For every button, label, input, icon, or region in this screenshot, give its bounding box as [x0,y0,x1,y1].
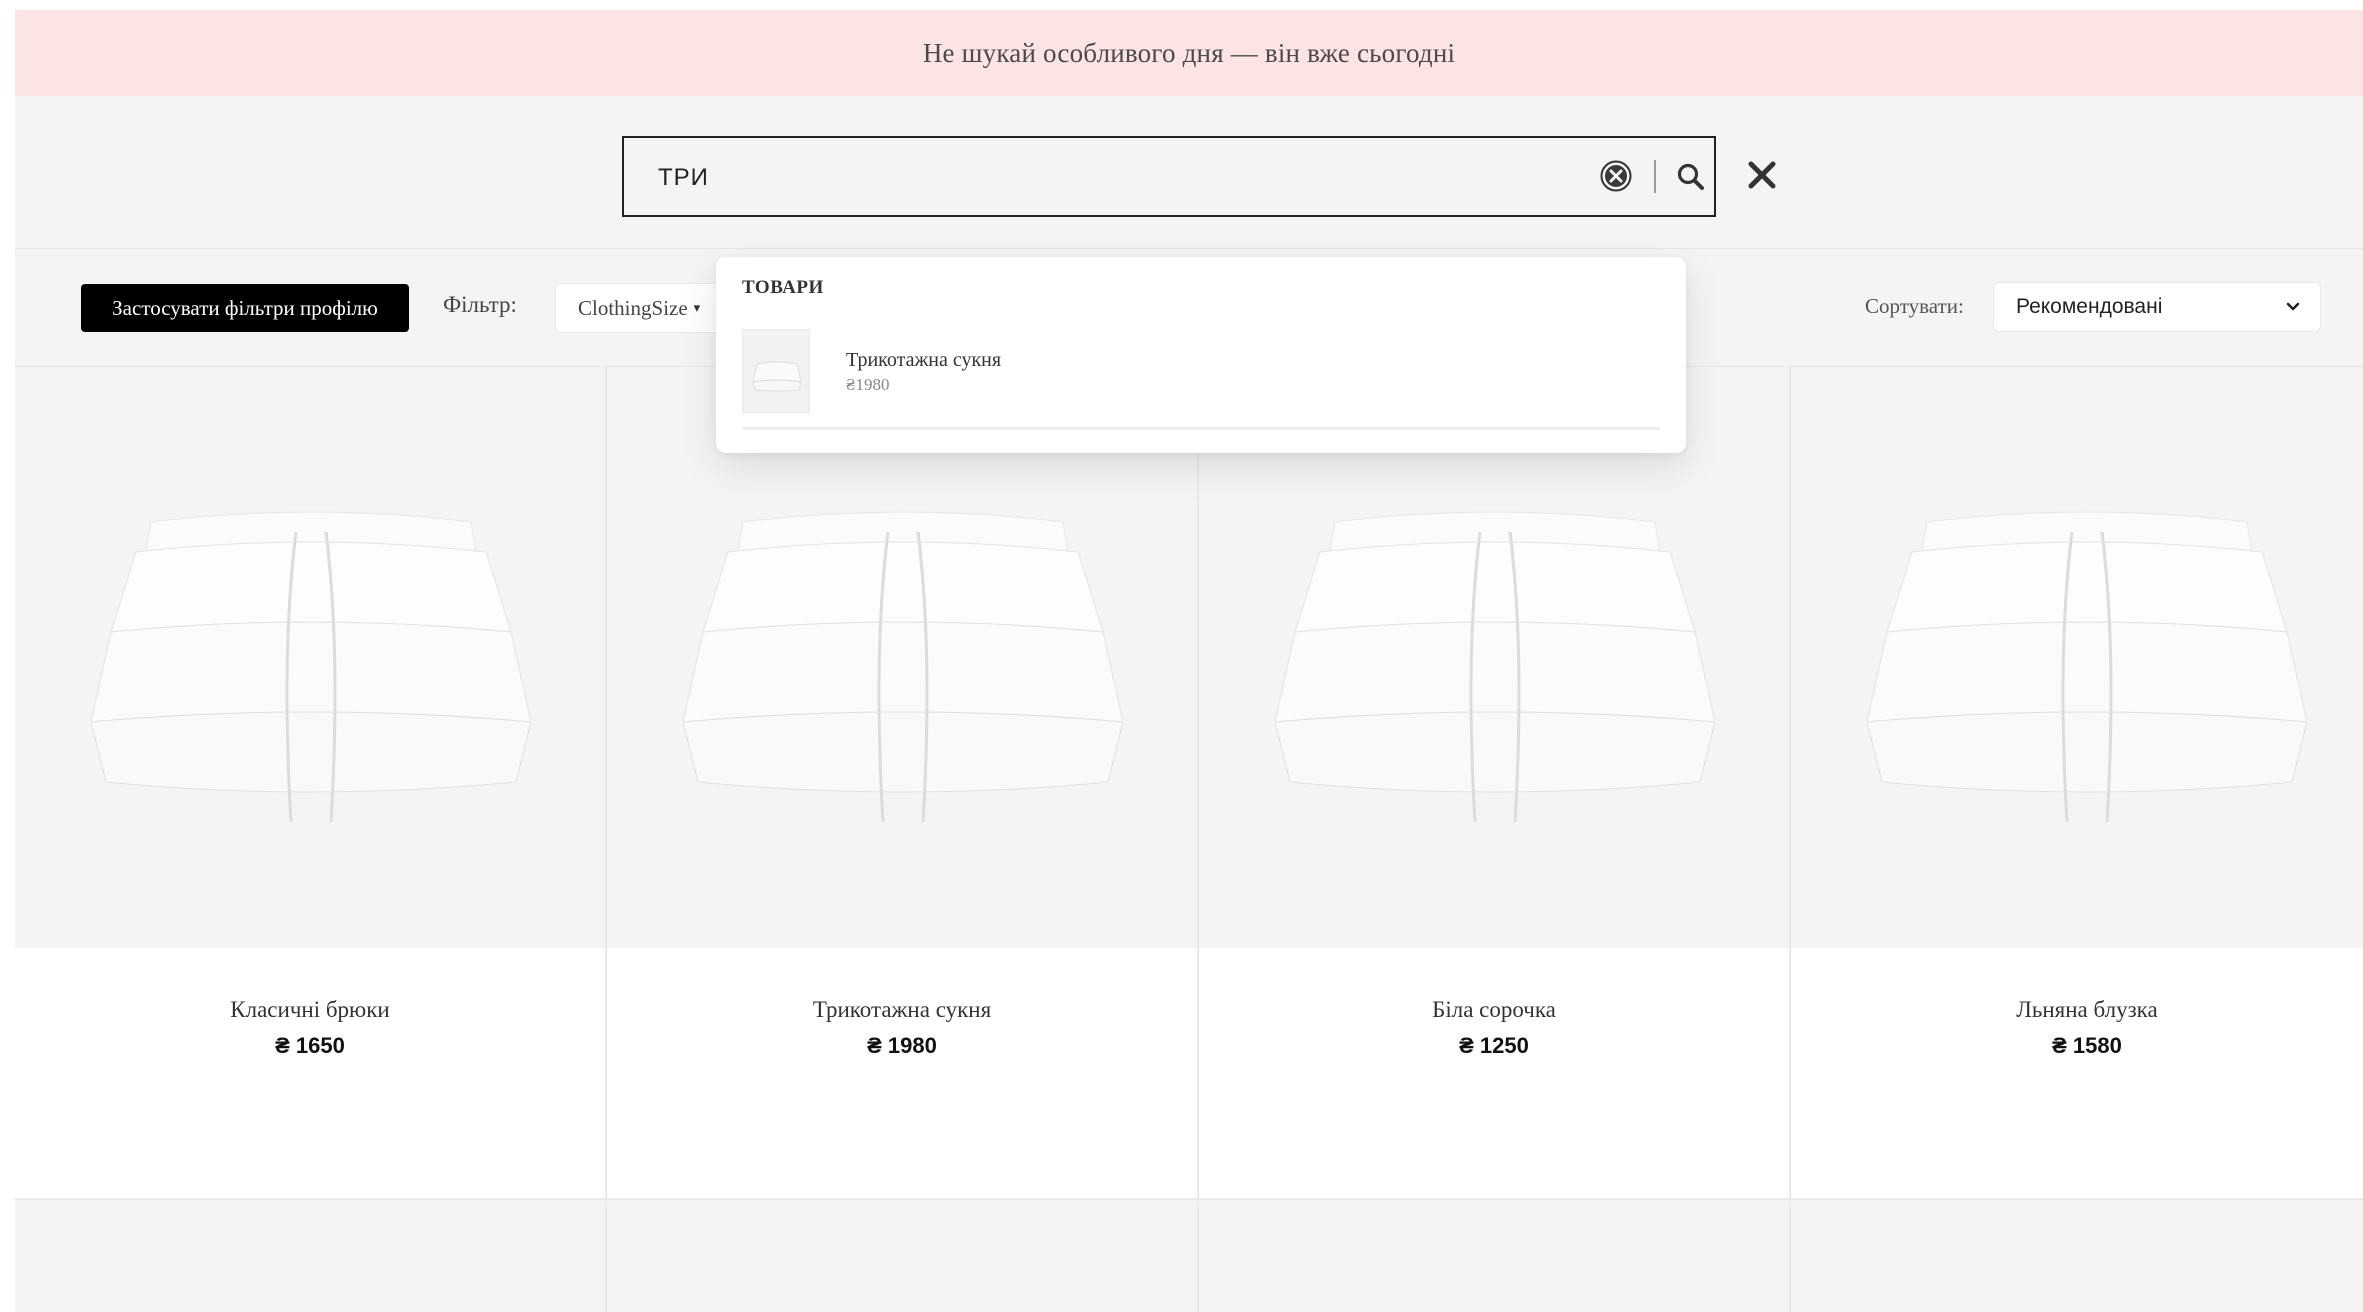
filter-label: Фільтр: [443,292,517,317]
suggestion-thumbnail [742,329,810,413]
suggestion-name: Трикотажна сукня [846,349,1002,371]
product-info: Класичні брюки ₴ 1650 [15,948,605,1200]
search-icon[interactable] [1676,162,1706,192]
suggestions-divider [742,427,1660,430]
product-card[interactable]: Льняна блузка ₴ 1580 [1791,367,2363,1200]
sort-select[interactable]: Рекомендовані [1993,282,2321,332]
product-image[interactable] [15,367,605,948]
skirt-thumbnail-image [752,361,802,392]
product-image[interactable] [1791,367,2363,948]
skirt-image [91,511,531,823]
promo-banner: Не шукай особливого дня — він вже сьогод… [15,10,2363,96]
search-divider [1654,160,1656,193]
product-card-placeholder [1791,1202,2363,1312]
skirt-image [683,511,1123,823]
product-card[interactable]: Класичні брюки ₴ 1650 [15,367,607,1200]
page: Не шукай особливого дня — він вже сьогод… [15,10,2363,1312]
search-box [622,136,1716,217]
product-name[interactable]: Трикотажна сукня [607,997,1197,1023]
product-info: Трикотажна сукня ₴ 1980 [607,948,1197,1200]
product-name[interactable]: Льняна блузка [1791,997,2363,1023]
product-price: ₴ 1580 [2052,1033,2122,1058]
product-info: Біла сорочка ₴ 1250 [1199,948,1789,1200]
close-icon[interactable] [1747,160,1777,190]
search-bar-area [15,96,2363,249]
suggestion-item[interactable]: Трикотажна сукня ₴1980 [742,329,1660,413]
skirt-image [1867,511,2307,823]
clear-search-icon[interactable] [1599,159,1633,193]
search-input[interactable] [656,138,1560,217]
skirt-image [1275,511,1715,823]
product-price: ₴ 1250 [1459,1033,1529,1058]
product-name[interactable]: Класичні брюки [15,997,605,1023]
product-name[interactable]: Біла сорочка [1199,997,1789,1023]
product-image[interactable] [1199,367,1789,948]
product-card-placeholder [607,1202,1199,1312]
search-suggestions-dropdown: ТОВАРИ Трикотажна сукня ₴1980 [716,257,1686,453]
product-info: Льняна блузка ₴ 1580 [1791,948,2363,1200]
product-image[interactable] [607,367,1197,948]
caret-down-icon: ▾ [693,300,701,315]
chevron-down-icon [2286,302,2300,311]
clothing-size-dropdown[interactable]: ClothingSize ▾ [555,283,725,333]
apply-profile-filters-button[interactable]: Застосувати фільтри профілю [81,284,409,332]
promo-text: Не шукай особливого дня — він вже сьогод… [922,37,1456,68]
suggestions-heading: ТОВАРИ [742,277,824,298]
product-grid: Класичні брюки ₴ 1650 Трикотажна сукня ₴… [15,367,2363,1312]
suggestion-price: ₴1980 [846,375,890,394]
product-price: ₴ 1650 [275,1033,345,1058]
product-card-placeholder [15,1202,607,1312]
sort-value: Рекомендовані [2016,295,2163,318]
product-card-placeholder [1199,1202,1791,1312]
product-price: ₴ 1980 [867,1033,937,1058]
product-card[interactable]: Біла сорочка ₴ 1250 [1199,367,1791,1200]
sort-label: Сортувати: [1865,294,1964,318]
product-card[interactable]: Трикотажна сукня ₴ 1980 [607,367,1199,1200]
clothing-size-label: ClothingSize [578,295,688,320]
